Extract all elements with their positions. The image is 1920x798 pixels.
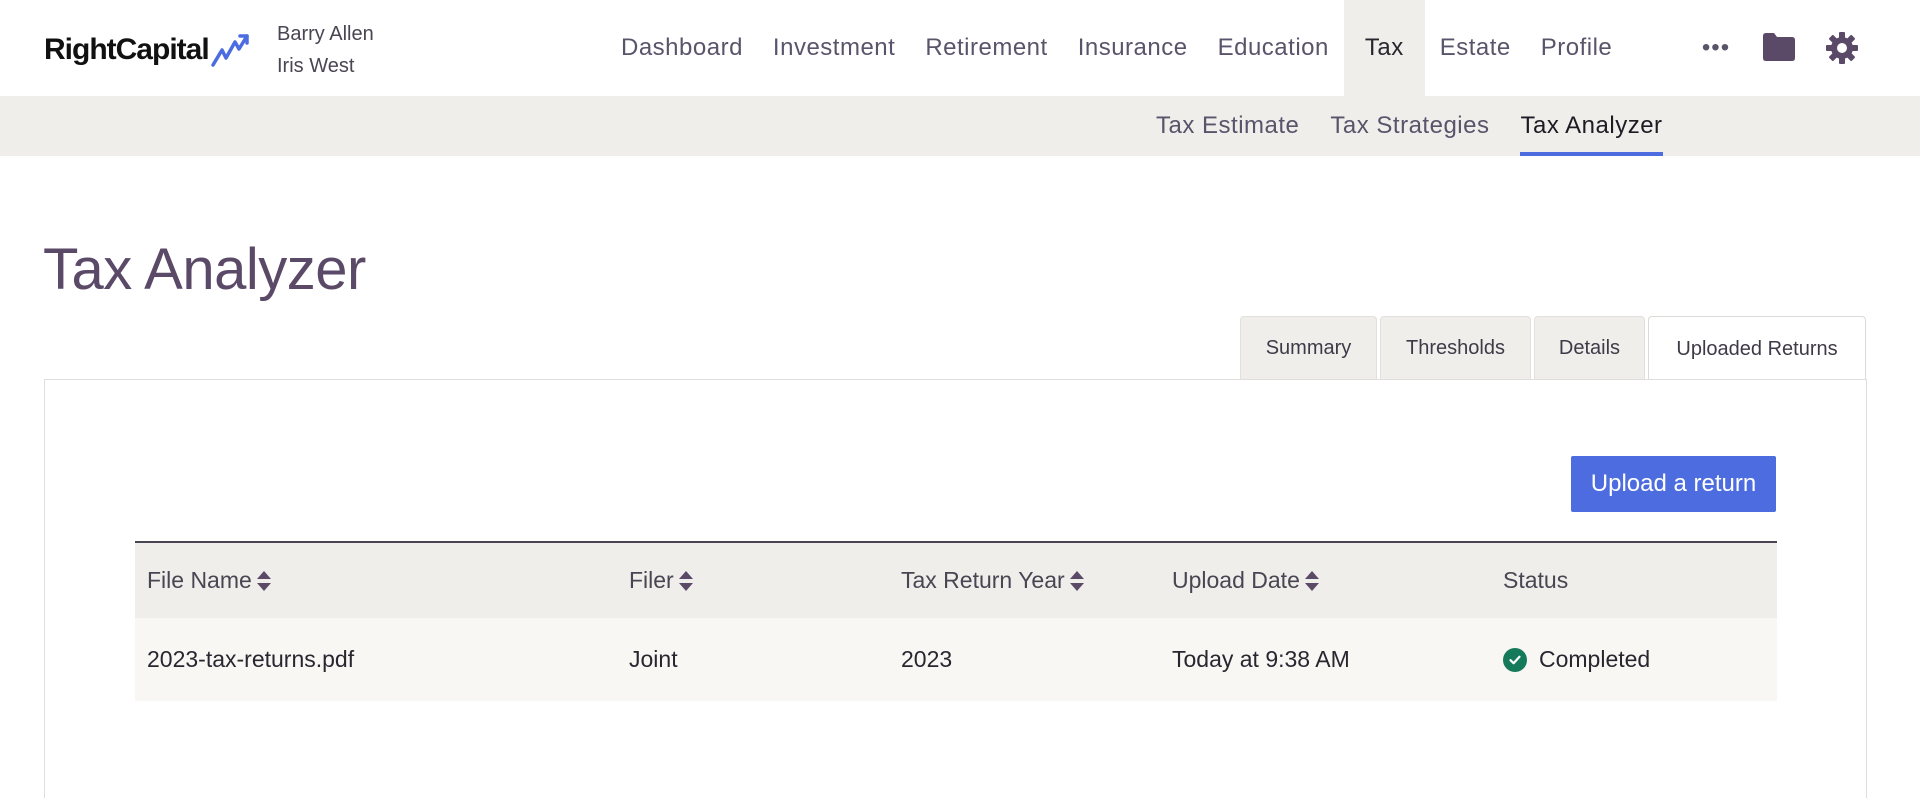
column-header-label: Upload Date: [1172, 567, 1300, 593]
nav-item-insurance[interactable]: Insurance: [1063, 0, 1203, 96]
column-header-label: Filer: [629, 567, 674, 593]
folder-icon[interactable]: [1762, 32, 1796, 62]
gear-icon[interactable]: [1824, 30, 1860, 66]
column-header-label: File Name: [147, 567, 252, 593]
cell-tax-return-year: 2023: [901, 646, 953, 672]
column-header-label: Status: [1503, 567, 1569, 593]
nav-item-dashboard[interactable]: Dashboard: [606, 0, 758, 96]
tax-subnav: Tax Estimate Tax Strategies Tax Analyzer: [0, 96, 1920, 156]
client-names: Barry Allen Iris West: [277, 18, 374, 82]
client-name-primary: Barry Allen: [277, 23, 374, 45]
nav-item-retirement[interactable]: Retirement: [910, 0, 1062, 96]
rightcapital-logo[interactable]: RightCapital: [44, 30, 251, 70]
table-row[interactable]: 2023-tax-returns.pdf Joint 2023 Today at…: [135, 618, 1777, 701]
tab-summary[interactable]: Summary: [1240, 316, 1377, 380]
column-header-upload-date[interactable]: Upload Date: [1172, 543, 1320, 618]
subnav-item-tax-strategies[interactable]: Tax Strategies: [1330, 96, 1489, 156]
page-title: Tax Analyzer: [43, 237, 366, 302]
column-header-file-name[interactable]: File Name: [147, 543, 272, 618]
upload-return-button[interactable]: Upload a return: [1571, 456, 1776, 512]
analyzer-tabs: Summary Thresholds Details Uploaded Retu…: [1240, 316, 1869, 381]
check-circle-icon: [1503, 647, 1527, 672]
logo-arrow-icon: [210, 34, 249, 67]
sort-icon: [256, 570, 271, 591]
cell-file-name: 2023-tax-returns.pdf: [147, 646, 355, 672]
table-header: File Name Filer Tax Return Year Upload D…: [135, 541, 1777, 618]
tab-uploaded-returns[interactable]: Uploaded Returns: [1648, 316, 1866, 381]
nav-item-education[interactable]: Education: [1203, 0, 1344, 96]
nav-item-profile[interactable]: Profile: [1526, 0, 1628, 96]
logo-text: RightCapital: [44, 33, 210, 66]
column-header-label: Tax Return Year: [901, 567, 1065, 593]
nav-item-estate[interactable]: Estate: [1425, 0, 1526, 96]
cell-status: Completed: [1503, 618, 1650, 701]
nav-item-investment[interactable]: Investment: [758, 0, 910, 96]
main-nav: Dashboard Investment Retirement Insuranc…: [606, 0, 1627, 96]
status-text: Completed: [1539, 646, 1651, 672]
sort-icon: [1069, 570, 1084, 591]
client-name-spouse: Iris West: [277, 55, 355, 77]
column-header-status: Status: [1503, 543, 1568, 618]
column-header-tax-return-year[interactable]: Tax Return Year: [901, 543, 1085, 618]
sort-icon: [1304, 570, 1319, 591]
sort-icon: [678, 570, 693, 591]
tab-thresholds[interactable]: Thresholds: [1380, 316, 1531, 380]
top-header: RightCapital Barry Allen Iris West Dashb…: [0, 0, 1920, 96]
column-header-filer[interactable]: Filer: [629, 543, 694, 618]
more-menu-button[interactable]: •••: [1696, 34, 1736, 62]
cell-upload-date: Today at 9:38 AM: [1172, 646, 1350, 672]
cell-filer: Joint: [629, 646, 678, 672]
nav-item-tax[interactable]: Tax: [1343, 0, 1425, 96]
uploaded-returns-table: File Name Filer Tax Return Year Upload D…: [135, 541, 1777, 701]
tab-details[interactable]: Details: [1534, 316, 1645, 380]
subnav-item-tax-estimate[interactable]: Tax Estimate: [1156, 96, 1299, 156]
subnav-item-tax-analyzer[interactable]: Tax Analyzer: [1520, 96, 1663, 156]
